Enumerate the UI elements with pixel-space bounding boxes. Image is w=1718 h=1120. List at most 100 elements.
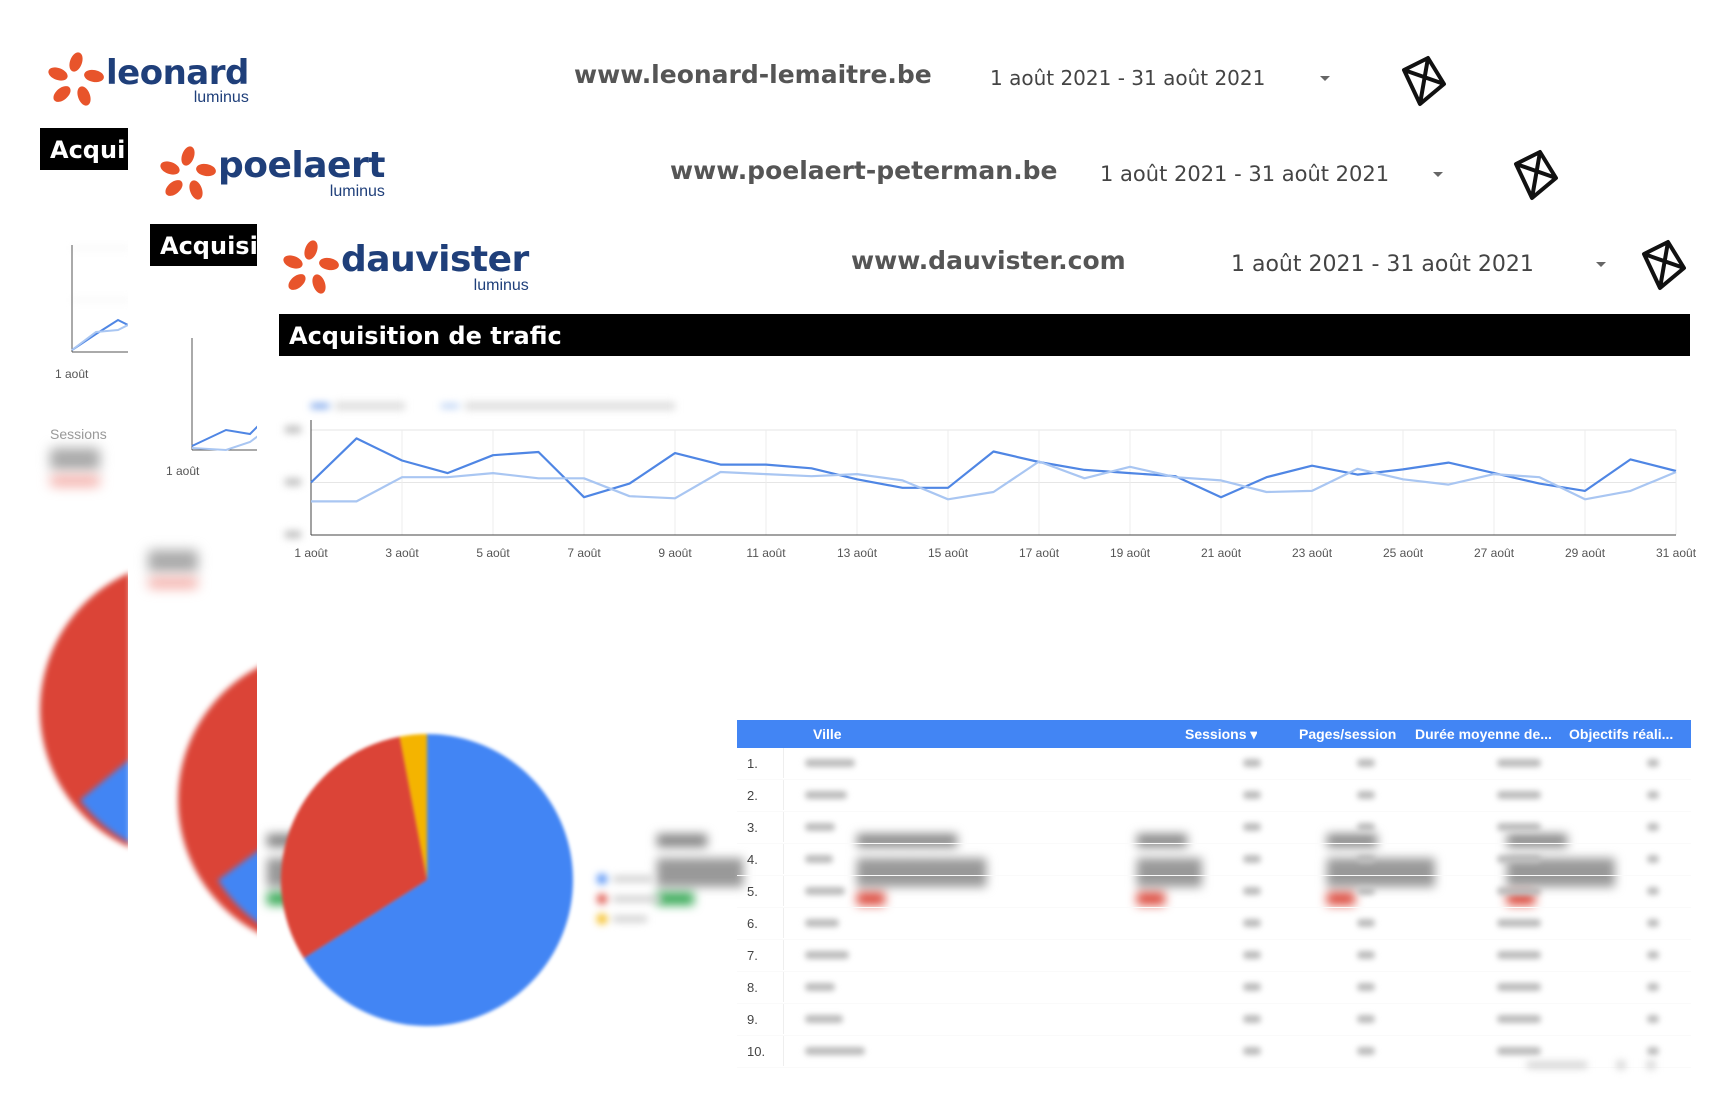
table-cell-blurred [1357, 855, 1375, 863]
brand-logo-poelaert: poelaert luminus [158, 144, 385, 200]
row-number-cell [737, 940, 784, 970]
table-cell-blurred [1647, 951, 1659, 959]
row-number: 6. [747, 916, 758, 931]
table-row[interactable]: 9. [737, 1004, 1691, 1036]
date-range-selector[interactable]: 1 août 2021 - 31 août 2021 [990, 66, 1265, 90]
table-cell-blurred [1243, 1015, 1261, 1023]
table-cell-blurred [805, 1015, 843, 1023]
table-cell-blurred [805, 759, 855, 767]
table-row[interactable]: 3. [737, 812, 1691, 844]
x-axis-tick: 7 août [567, 546, 601, 560]
table-pagination[interactable] [1527, 1060, 1677, 1070]
row-number: 10. [747, 1044, 766, 1059]
city-table: Ville Sessions ▾ Pages/session Durée moy… [737, 720, 1691, 1068]
row-number: 2. [747, 788, 758, 803]
table-cell-blurred [1497, 759, 1541, 767]
table-cell-blurred [1243, 855, 1261, 863]
date-range-selector[interactable]: 1 août 2021 - 31 août 2021 [1100, 162, 1389, 186]
chart-gridlines [311, 429, 1677, 535]
column-header-pages-session[interactable]: Pages/session [1299, 726, 1396, 742]
table-cell-blurred [1243, 791, 1261, 799]
y-axis-ticks [285, 426, 301, 538]
table-cell-blurred [1647, 791, 1659, 799]
date-range-dropdown-caret[interactable] [1596, 262, 1606, 267]
table-row[interactable]: 6. [737, 908, 1691, 940]
table-body: 1. 2. 3. 4. 5. 6. 7. 8. 9. 10. [737, 748, 1691, 1068]
date-range-dropdown-caret[interactable] [1433, 172, 1443, 177]
y-tick-label [285, 531, 301, 538]
table-cell-blurred [1497, 1015, 1541, 1023]
section-title: Acqui [50, 136, 126, 164]
x-axis-tick: 3 août [385, 546, 419, 560]
luminus-flower-icon [160, 146, 216, 200]
section-banner: Acquisition de trafic [279, 314, 1690, 356]
table-cell-blurred [805, 791, 847, 799]
table-row[interactable]: 2. [737, 780, 1691, 812]
table-cell-blurred [1647, 1015, 1659, 1023]
table-cell-blurred [1243, 759, 1261, 767]
brand-subtitle: luminus [193, 89, 249, 106]
traffic-pie-chart [281, 734, 574, 1026]
column-header-sessions[interactable]: Sessions ▾ [1185, 726, 1257, 743]
x-axis-tick: 29 août [1565, 546, 1606, 560]
y-tick-label [285, 478, 301, 486]
table-cell-blurred [805, 855, 833, 863]
table-cell-blurred [1357, 951, 1375, 959]
report-dauvister: dauvister luminus www.dauvister.com 1 ao… [257, 220, 1718, 1120]
site-url: www.dauvister.com [851, 246, 1126, 275]
kpi-sessions-delta [148, 578, 198, 588]
agency-logo-icon [1514, 150, 1558, 200]
brand-logo-dauvister: dauvister luminus [281, 238, 529, 294]
table-cell-blurred [1647, 855, 1659, 863]
brand-name: dauvister [341, 239, 529, 280]
chart-series [310, 437, 1677, 503]
table-cell-blurred [1243, 919, 1261, 927]
column-header-objectifs[interactable]: Objectifs réali... [1569, 726, 1687, 742]
date-range-dropdown-caret[interactable] [1320, 76, 1330, 81]
x-axis-tick: 5 août [476, 546, 510, 560]
table-cell-blurred [1647, 1047, 1659, 1055]
table-header: Ville Sessions ▾ Pages/session Durée moy… [737, 720, 1691, 748]
table-cell-blurred [1243, 823, 1261, 831]
chart-legend [311, 400, 951, 414]
table-cell-blurred [1497, 919, 1541, 927]
table-cell-blurred [1497, 983, 1541, 991]
table-cell-blurred [1497, 791, 1541, 799]
table-cell-blurred [1243, 1047, 1261, 1055]
row-number: 9. [747, 1012, 758, 1027]
row-number-cell [737, 972, 784, 1002]
x-axis-tick: 31 août [1656, 546, 1697, 560]
table-cell-blurred [805, 1047, 865, 1055]
x-axis-tick: 25 août [1383, 546, 1424, 560]
column-header-ville[interactable]: Ville [813, 726, 842, 742]
table-cell-blurred [1243, 983, 1261, 991]
section-title: Acquisition de trafic [289, 322, 562, 350]
table-cell-blurred [1357, 823, 1375, 831]
table-row[interactable]: 8. [737, 972, 1691, 1004]
x-axis-tick: 1 août [294, 546, 328, 560]
row-number-cell [737, 908, 784, 938]
section-banner: Acquisi [150, 224, 258, 266]
x-axis-tick: 19 août [1110, 546, 1151, 560]
table-row[interactable]: 1. [737, 748, 1691, 780]
date-range-selector[interactable]: 1 août 2021 - 31 août 2021 [1231, 252, 1534, 277]
table-cell-blurred [1357, 1047, 1375, 1055]
table-cell-blurred [805, 823, 835, 831]
brand-logo-leonard: leonard luminus [46, 50, 249, 106]
row-number-cell [737, 780, 784, 810]
table-row[interactable]: 7. [737, 940, 1691, 972]
table-cell-blurred [805, 951, 849, 959]
agency-logo-icon [1642, 240, 1686, 290]
table-cell-blurred [1357, 983, 1375, 991]
brand-name: leonard [106, 53, 249, 93]
row-number-cell [737, 812, 784, 842]
table-row[interactable]: 5. [737, 876, 1691, 908]
x-axis-tick: 27 août [1474, 546, 1515, 560]
row-number-cell [737, 844, 784, 874]
kpi-sessions-value [50, 448, 100, 470]
column-header-duree[interactable]: Durée moyenne de... [1415, 726, 1555, 742]
table-cell-blurred [1497, 887, 1541, 895]
x-axis-tick: 1 août [55, 367, 89, 381]
table-cell-blurred [805, 887, 845, 895]
table-row[interactable]: 4. [737, 844, 1691, 876]
